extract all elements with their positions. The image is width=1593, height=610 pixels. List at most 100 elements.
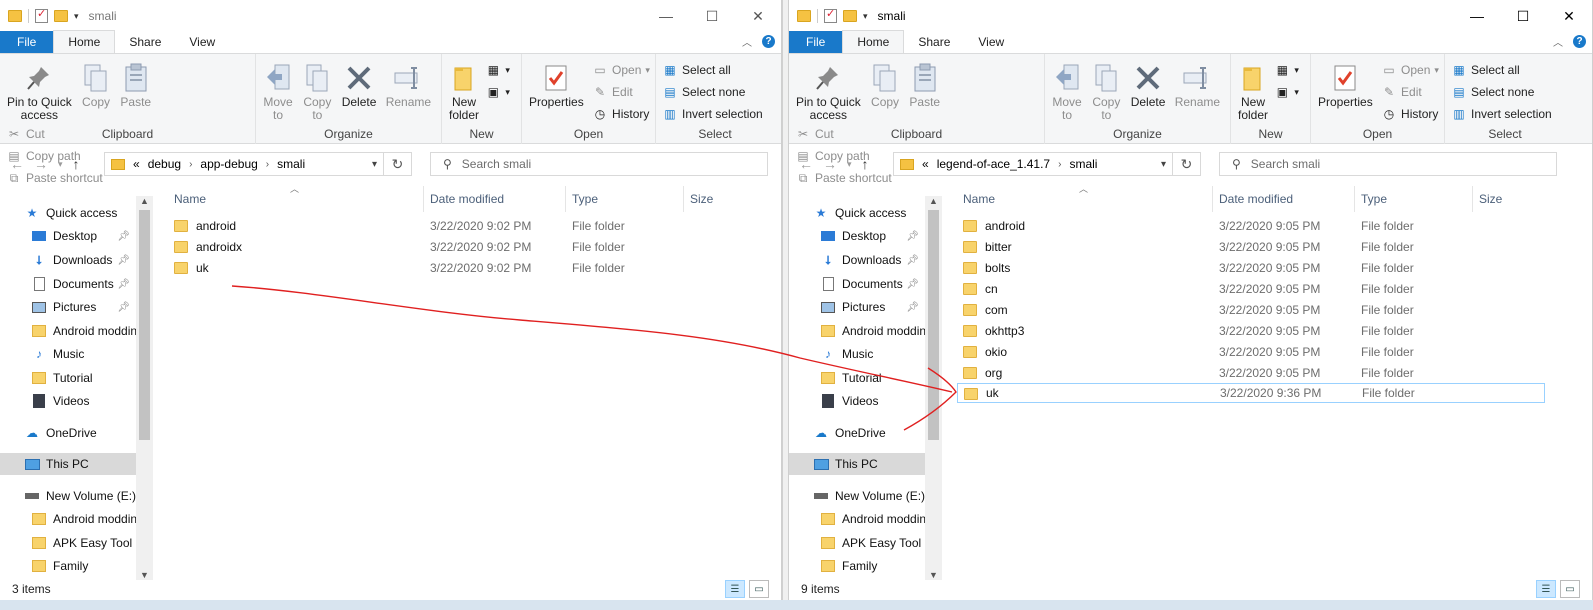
column-date-modified[interactable]: Date modified <box>424 186 566 212</box>
breadcrumb-separator-icon[interactable]: › <box>266 159 269 170</box>
nav-item-new-volume[interactable]: New Volume (E:) <box>0 485 136 507</box>
nav-item-family[interactable]: Family <box>789 555 925 577</box>
nav-pane-scrollbar[interactable]: ▲ ▼ <box>925 196 942 580</box>
new-folder-button[interactable]: New folder <box>1235 58 1271 122</box>
delete-button[interactable]: Delete <box>339 58 380 109</box>
nav-item-documents[interactable]: Documents 📌︎ <box>789 273 925 295</box>
file-row[interactable]: org 3/22/2020 9:05 PM File folder <box>957 363 1545 383</box>
customize-toolbar-chevron-icon[interactable]: ▾ <box>863 11 868 22</box>
collapse-ribbon-icon[interactable]: ︿ <box>1553 34 1563 49</box>
close-button[interactable]: ✕ <box>1546 0 1592 32</box>
nav-item-pictures[interactable]: Pictures 📌︎ <box>789 296 925 318</box>
help-icon[interactable]: ? <box>762 35 775 48</box>
scrollbar-thumb[interactable] <box>928 210 939 440</box>
nav-item-videos[interactable]: Videos <box>0 390 136 412</box>
nav-item-videos[interactable]: Videos <box>789 390 925 412</box>
nav-item-android-modding-2[interactable]: Android moddin <box>0 508 136 530</box>
pin-icon[interactable]: 📌︎ <box>906 255 919 266</box>
file-row[interactable]: com 3/22/2020 9:05 PM File folder <box>957 300 1545 320</box>
nav-item-desktop[interactable]: Desktop 📌︎ <box>0 225 136 247</box>
breadcrumb-debug[interactable]: debug <box>148 157 181 171</box>
nav-pane-scrollbar[interactable]: ▲ ▼ <box>136 196 153 580</box>
minimize-button[interactable]: — <box>643 0 689 32</box>
invert-selection-button[interactable]: ▥ Invert selection <box>662 104 762 124</box>
nav-item-this-pc[interactable]: This PC <box>0 453 136 475</box>
breadcrumb-separator-icon[interactable]: › <box>189 159 192 170</box>
nav-item-desktop[interactable]: Desktop 📌︎ <box>789 225 925 247</box>
address-dropdown-icon[interactable]: ▾ <box>372 159 377 170</box>
maximize-button[interactable]: ☐ <box>1500 0 1546 32</box>
pin-icon[interactable]: 📌︎ <box>117 279 130 290</box>
open-button[interactable]: ▭ Open ▾ <box>1381 60 1439 80</box>
up-arrow-icon[interactable]: ↑ <box>862 156 869 172</box>
file-row[interactable]: okhttp3 3/22/2020 9:05 PM File folder <box>957 321 1545 341</box>
copy-to-button[interactable]: Copy to <box>1088 58 1124 122</box>
nav-item-downloads[interactable]: ⭣ Downloads 📌︎ <box>789 249 925 271</box>
nav-item-downloads[interactable]: ⭣ Downloads 📌︎ <box>0 249 136 271</box>
nav-item-quick-access[interactable]: ★ Quick access <box>0 202 136 224</box>
new-item-button[interactable]: ▦ ▾ <box>1274 60 1299 80</box>
breadcrumb-legend-of-ace[interactable]: legend-of-ace_1.41.7 <box>937 157 1050 171</box>
tab-home[interactable]: Home <box>53 30 116 53</box>
nav-item-onedrive[interactable]: ☁ OneDrive <box>0 422 136 444</box>
move-to-button[interactable]: Move to <box>1049 58 1085 122</box>
easy-access-button[interactable]: ▣ ▾ <box>1274 82 1299 102</box>
rename-button[interactable]: Rename <box>383 58 434 109</box>
file-row[interactable]: cn 3/22/2020 9:05 PM File folder <box>957 279 1545 299</box>
move-to-button[interactable]: Move to <box>260 58 296 122</box>
tab-view[interactable]: View <box>964 31 1018 53</box>
breadcrumb-smali[interactable]: smali <box>277 157 305 171</box>
address-overflow[interactable]: « <box>922 157 929 171</box>
address-overflow[interactable]: « <box>133 157 140 171</box>
search-box[interactable]: ⚲ Search smali <box>430 152 768 176</box>
column-date-modified[interactable]: Date modified <box>1213 186 1355 212</box>
details-view-icon[interactable]: ☰ <box>1536 580 1556 598</box>
forward-arrow-icon[interactable]: → <box>34 156 48 172</box>
file-row[interactable]: androidx 3/22/2020 9:02 PM File folder <box>168 237 768 257</box>
select-none-button[interactable]: ▤ Select none <box>662 82 763 102</box>
file-row-selected[interactable]: uk 3/22/2020 9:36 PM File folder <box>957 383 1545 403</box>
nav-item-family[interactable]: Family <box>0 555 136 577</box>
nav-item-tutorial[interactable]: Tutorial <box>0 367 136 389</box>
column-name[interactable]: Name <box>957 186 1213 212</box>
details-view-icon[interactable]: ☰ <box>725 580 745 598</box>
copy-button[interactable]: Copy <box>867 58 903 109</box>
new-folder-button[interactable]: New folder <box>446 58 482 122</box>
scroll-up-icon[interactable]: ▲ <box>140 196 149 206</box>
back-arrow-icon[interactable]: ← <box>10 156 24 172</box>
pin-icon[interactable]: 📌︎ <box>117 255 130 266</box>
select-none-button[interactable]: ▤ Select none <box>1451 82 1552 102</box>
tab-file[interactable]: File <box>789 31 843 53</box>
delete-button[interactable]: Delete <box>1128 58 1169 109</box>
history-button[interactable]: ◷ History <box>1381 104 1439 124</box>
recent-locations-chevron-icon[interactable]: ▾ <box>58 159 63 170</box>
invert-selection-button[interactable]: ▥ Invert selection <box>1451 104 1551 124</box>
scrollbar-thumb[interactable] <box>139 210 150 440</box>
nav-item-this-pc[interactable]: This PC <box>789 453 925 475</box>
nav-item-onedrive[interactable]: ☁ OneDrive <box>789 422 925 444</box>
file-row[interactable]: okio 3/22/2020 9:05 PM File folder <box>957 342 1545 362</box>
history-button[interactable]: ◷ History <box>592 104 650 124</box>
tab-view[interactable]: View <box>175 31 229 53</box>
paste-button[interactable]: Paste <box>117 58 154 109</box>
search-box[interactable]: ⚲ Search smali <box>1219 152 1557 176</box>
breadcrumb-app-debug[interactable]: app-debug <box>200 157 257 171</box>
new-folder-quick-icon[interactable] <box>54 10 68 22</box>
nav-item-music[interactable]: ♪ Music <box>789 343 925 365</box>
forward-arrow-icon[interactable]: → <box>823 156 837 172</box>
refresh-button[interactable]: ↻ <box>1173 152 1201 176</box>
close-button[interactable]: ✕ <box>735 0 781 32</box>
paste-button[interactable]: Paste <box>906 58 943 109</box>
help-icon[interactable]: ? <box>1573 35 1586 48</box>
tab-share[interactable]: Share <box>904 31 964 53</box>
nav-item-tutorial[interactable]: Tutorial <box>789 367 925 389</box>
pin-icon[interactable]: 📌︎ <box>906 231 919 242</box>
column-size[interactable]: Size <box>1473 186 1563 212</box>
nav-item-apk-easy-tool[interactable]: APK Easy Tool <box>0 532 136 554</box>
open-button[interactable]: ▭ Open ▾ <box>592 60 650 80</box>
tab-share[interactable]: Share <box>115 31 175 53</box>
pin-to-quick-access-button[interactable]: Pin to Quick access <box>793 58 864 122</box>
nav-item-android-modding[interactable]: Android moddin <box>789 320 925 342</box>
tab-file[interactable]: File <box>0 31 54 53</box>
breadcrumb-separator-icon[interactable]: › <box>1058 159 1061 170</box>
